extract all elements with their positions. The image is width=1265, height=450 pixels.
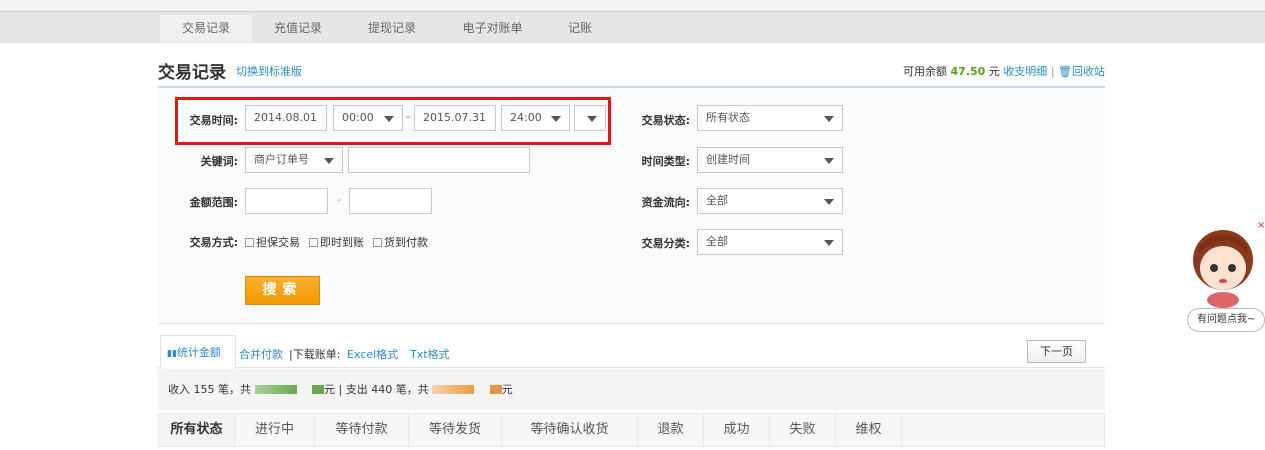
separator: | (1050, 65, 1055, 78)
chevron-down-icon (824, 240, 834, 246)
nav-tab-withdraw[interactable]: 提现记录 (346, 15, 438, 42)
stats-row: 收入 155 笔，共 元 | 支出 440 笔，共 元 (158, 369, 1105, 410)
income-text: 收入 155 笔，共 (168, 383, 251, 396)
status-tab-in-progress[interactable]: 进行中 (235, 414, 315, 446)
checkbox-label: 担保交易 (256, 236, 300, 249)
status-tab-await-confirm[interactable]: 等待确认收货 (502, 414, 638, 446)
expense-amount-blurred (432, 385, 475, 394)
method-label: 交易方式: (189, 236, 238, 249)
amount-label: 金额范围: (189, 196, 238, 209)
browser-url-bar (0, 0, 1265, 12)
checkbox-label: 货到付款 (384, 236, 428, 249)
stat-tab-label: 统计金额 (176, 346, 221, 359)
range-dash: - (406, 110, 410, 123)
category-label: 交易分类: (641, 237, 690, 250)
timetype-value: 创建时间 (706, 153, 750, 166)
top-nav: 交易记录 充值记录 提现记录 电子对账单 记账 (0, 12, 1265, 43)
help-bubble[interactable]: 有问题点我~ (1187, 308, 1265, 332)
keyword-input[interactable] (348, 147, 530, 173)
checkbox-label: 即时到账 (320, 236, 364, 249)
time-label: 交易时间: (189, 114, 238, 127)
chevron-down-icon (587, 116, 597, 122)
status-select[interactable]: 所有状态 (697, 105, 843, 131)
checkbox-instant[interactable]: 即时到账 (309, 234, 364, 250)
flow-value: 全部 (706, 194, 728, 207)
merge-pay-link[interactable]: 合并付款 (239, 346, 283, 362)
chevron-down-icon (824, 199, 834, 205)
chevron-down-icon (551, 116, 561, 122)
status-value: 所有状态 (706, 111, 750, 124)
expense-unit: 元 (501, 383, 513, 396)
chevron-down-icon (824, 158, 834, 164)
expense-amount-blurred (489, 385, 502, 394)
balance-area: 可用余额 47.50 元 收支明细 | 🗑回收站 (903, 63, 1105, 79)
stat-amount-tab[interactable]: ▮▮统计金额 (160, 335, 236, 369)
flow-select[interactable]: 全部 (697, 188, 843, 214)
status-tab-refund[interactable]: 退款 (638, 414, 704, 446)
status-tab-await-shipping[interactable]: 等待发货 (409, 414, 502, 446)
balance-unit: 元 (988, 65, 1000, 78)
time-to-select[interactable]: 24:00 (501, 105, 570, 131)
next-page-button[interactable]: 下一页 (1027, 340, 1086, 363)
recycle-link[interactable]: 回收站 (1072, 65, 1105, 78)
nav-tab-statement[interactable]: 电子对账单 (440, 15, 545, 42)
search-button[interactable]: 搜索 (245, 276, 320, 305)
page-title: 交易记录 (158, 63, 226, 83)
excel-link[interactable]: Excel格式 (347, 346, 398, 362)
checkbox-cod[interactable]: 货到付款 (373, 234, 428, 250)
quick-range-select[interactable] (574, 105, 606, 131)
chevron-down-icon (824, 116, 834, 122)
nav-tab-transactions[interactable]: 交易记录 (160, 15, 252, 42)
status-tab-all[interactable]: 所有状态 (159, 414, 235, 446)
amount-to-input[interactable] (349, 188, 432, 214)
status-tab-dispute[interactable]: 维权 (836, 414, 902, 446)
time-to-value: 24:00 (510, 111, 542, 124)
status-label: 交易状态: (641, 114, 690, 127)
nav-tab-recharge[interactable]: 充值记录 (252, 15, 344, 42)
amount-dash: - (337, 193, 341, 206)
amount-from-input[interactable] (245, 188, 328, 214)
chevron-down-icon (324, 158, 334, 164)
switch-standard-link[interactable]: 切换到标准版 (236, 63, 302, 79)
trash-icon: 🗑 (1058, 65, 1072, 78)
keyword-label: 关键词: (200, 155, 238, 168)
nav-tab-bookkeeping[interactable]: 记账 (550, 15, 610, 42)
keyword-type-select[interactable]: 商户订单号 (245, 147, 343, 173)
status-tab-failed[interactable]: 失败 (770, 414, 836, 446)
category-select[interactable]: 全部 (697, 229, 843, 255)
timetype-select[interactable]: 创建时间 (697, 147, 843, 173)
income-amount-blurred (312, 385, 324, 394)
chevron-down-icon (384, 116, 394, 122)
income-unit: 元 | 支出 440 笔，共 (324, 383, 429, 396)
date-from-input[interactable]: 2014.08.01 (245, 105, 327, 131)
download-label: |下载账单: (289, 348, 341, 361)
status-tab-success[interactable]: 成功 (704, 414, 770, 446)
date-to-input[interactable]: 2015.07.31 (414, 105, 496, 131)
income-amount-blurred (254, 385, 297, 394)
keyword-type-value: 商户订单号 (254, 153, 309, 166)
balance-label: 可用余额 (903, 65, 948, 78)
detail-link[interactable]: 收支明细 (1003, 65, 1047, 78)
time-from-select[interactable]: 00:00 (333, 105, 403, 131)
txt-link[interactable]: Txt格式 (410, 346, 450, 362)
checkbox-escrow[interactable]: 担保交易 (245, 234, 300, 250)
status-tab-await-payment[interactable]: 等待付款 (315, 414, 409, 446)
balance-amount: 47.50 (950, 65, 986, 78)
time-from-value: 00:00 (342, 111, 374, 124)
bar-chart-icon: ▮▮ (167, 349, 177, 359)
svg-text:×: × (1257, 220, 1265, 231)
category-value: 全部 (706, 235, 728, 248)
status-tabs: 所有状态 进行中 等待付款 等待发货 等待确认收货 退款 成功 失败 维权 (158, 413, 1105, 447)
flow-label: 资金流向: (641, 196, 690, 209)
timetype-label: 时间类型: (641, 155, 690, 168)
